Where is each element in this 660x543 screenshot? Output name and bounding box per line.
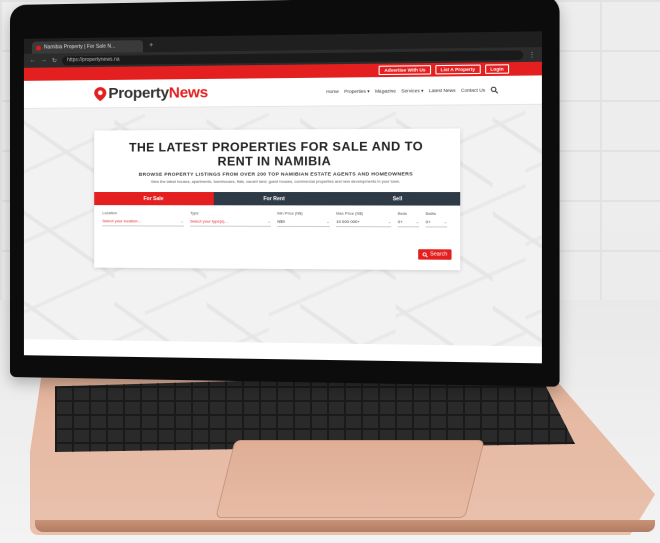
search-button[interactable]: Search xyxy=(418,249,452,260)
logo-text-news: News xyxy=(168,84,208,102)
location-value: Select your location... xyxy=(102,217,142,223)
max-price-select[interactable]: 10 000 000+ ⌄ xyxy=(336,217,392,228)
nav-home[interactable]: Home xyxy=(326,89,339,94)
location-field: Location Select your location... ⌄ xyxy=(102,211,184,227)
tab-for-rent[interactable]: For Rent xyxy=(213,192,336,206)
nav-properties[interactable]: Properties ▾ xyxy=(344,88,370,94)
laptop-lid: Namibia Property | For Sale N... + ← → ↻… xyxy=(10,0,560,387)
menu-dots-icon[interactable]: ⋮ xyxy=(529,51,536,58)
site-logo[interactable]: PropertyNews xyxy=(94,84,208,102)
logo-text: PropertyNews xyxy=(108,84,208,102)
type-select[interactable]: Select your type(s)... ⌄ xyxy=(190,217,271,227)
chevron-down-icon: ⌄ xyxy=(267,218,271,224)
hero-section: THE LATEST PROPERTIES FOR SALE AND TO RE… xyxy=(23,104,542,347)
beds-value: 0+ xyxy=(397,218,403,224)
beds-field: Beds 0+ ⌄ xyxy=(397,211,420,228)
back-icon[interactable]: ← xyxy=(30,58,36,64)
chevron-down-icon: ⌄ xyxy=(180,217,184,224)
type-field: Type Select your type(s)... ⌄ xyxy=(190,211,271,227)
advertise-button[interactable]: Advertise With Us xyxy=(378,65,431,76)
browser-tab[interactable]: Namibia Property | For Sale N... xyxy=(31,40,143,54)
new-tab-button[interactable]: + xyxy=(149,40,153,52)
search-icon[interactable] xyxy=(491,86,499,93)
nav-latest-news[interactable]: Latest News xyxy=(429,88,456,93)
laptop-trackpad[interactable] xyxy=(215,440,485,518)
baths-label: Baths xyxy=(425,211,437,216)
search-button-label: Search xyxy=(430,251,448,258)
baths-field: Baths 0+ ⌄ xyxy=(425,211,448,228)
type-label: Type xyxy=(190,211,199,216)
min-price-value: N$0 xyxy=(277,218,285,224)
location-label: Location xyxy=(102,211,117,216)
hero-title: THE LATEST PROPERTIES FOR SALE AND TO RE… xyxy=(129,139,424,169)
hero-description: View the latest houses, apartments, town… xyxy=(150,179,401,184)
beds-label: Beds xyxy=(397,211,408,216)
login-button[interactable]: Login xyxy=(484,64,510,74)
favicon-icon xyxy=(35,45,41,51)
nav-services[interactable]: Services ▾ xyxy=(401,88,423,94)
search-card: THE LATEST PROPERTIES FOR SALE AND TO RE… xyxy=(94,128,461,271)
max-price-field: Max Price (N$) 10 000 000+ ⌄ xyxy=(336,211,392,228)
tab-sell[interactable]: Sell xyxy=(335,192,461,206)
chevron-down-icon: ⌄ xyxy=(387,218,392,224)
min-price-select[interactable]: N$0 ⌄ xyxy=(277,217,330,228)
laptop-screen: Namibia Property | For Sale N... + ← → ↻… xyxy=(23,31,542,364)
baths-value: 0+ xyxy=(425,218,431,224)
search-tabs: For Sale For Rent Sell xyxy=(94,192,461,206)
list-property-button[interactable]: List A Property xyxy=(435,64,481,75)
min-price-label: Min Price (N$) xyxy=(277,211,303,216)
browser-tab-title: Namibia Property | For Sale N... xyxy=(43,43,116,51)
nav-magazine[interactable]: Magazine xyxy=(375,88,396,93)
main-nav: Home Properties ▾ Magazine Services ▾ La… xyxy=(326,86,498,95)
logo-text-property: Property xyxy=(108,84,169,103)
search-form: Location Select your location... ⌄ Type … xyxy=(94,205,460,228)
hero-subtitle: BROWSE PROPERTY LISTINGS FROM OVER 200 T… xyxy=(138,172,413,178)
laptop-front-edge xyxy=(35,520,655,532)
reload-icon[interactable]: ↻ xyxy=(52,57,57,64)
chevron-down-icon: ⌄ xyxy=(326,218,330,224)
search-icon xyxy=(423,252,428,257)
forward-icon[interactable]: → xyxy=(41,58,47,64)
site-header: PropertyNews Home Properties ▾ Magazine … xyxy=(23,75,542,109)
baths-select[interactable]: 0+ ⌄ xyxy=(425,218,448,228)
max-price-value: 10 000 000+ xyxy=(336,218,360,224)
min-price-field: Min Price (N$) N$0 ⌄ xyxy=(277,212,330,228)
tab-for-sale[interactable]: For Sale xyxy=(94,192,214,206)
location-select[interactable]: Select your location... ⌄ xyxy=(102,217,184,227)
chevron-down-icon: ⌄ xyxy=(415,218,420,224)
nav-contact-us[interactable]: Contact Us xyxy=(461,88,485,93)
max-price-label: Max Price (N$) xyxy=(336,211,363,216)
chevron-down-icon: ⌄ xyxy=(443,218,448,224)
location-pin-icon xyxy=(94,86,106,100)
beds-select[interactable]: 0+ ⌄ xyxy=(397,217,420,228)
type-value: Select your type(s)... xyxy=(190,217,228,224)
